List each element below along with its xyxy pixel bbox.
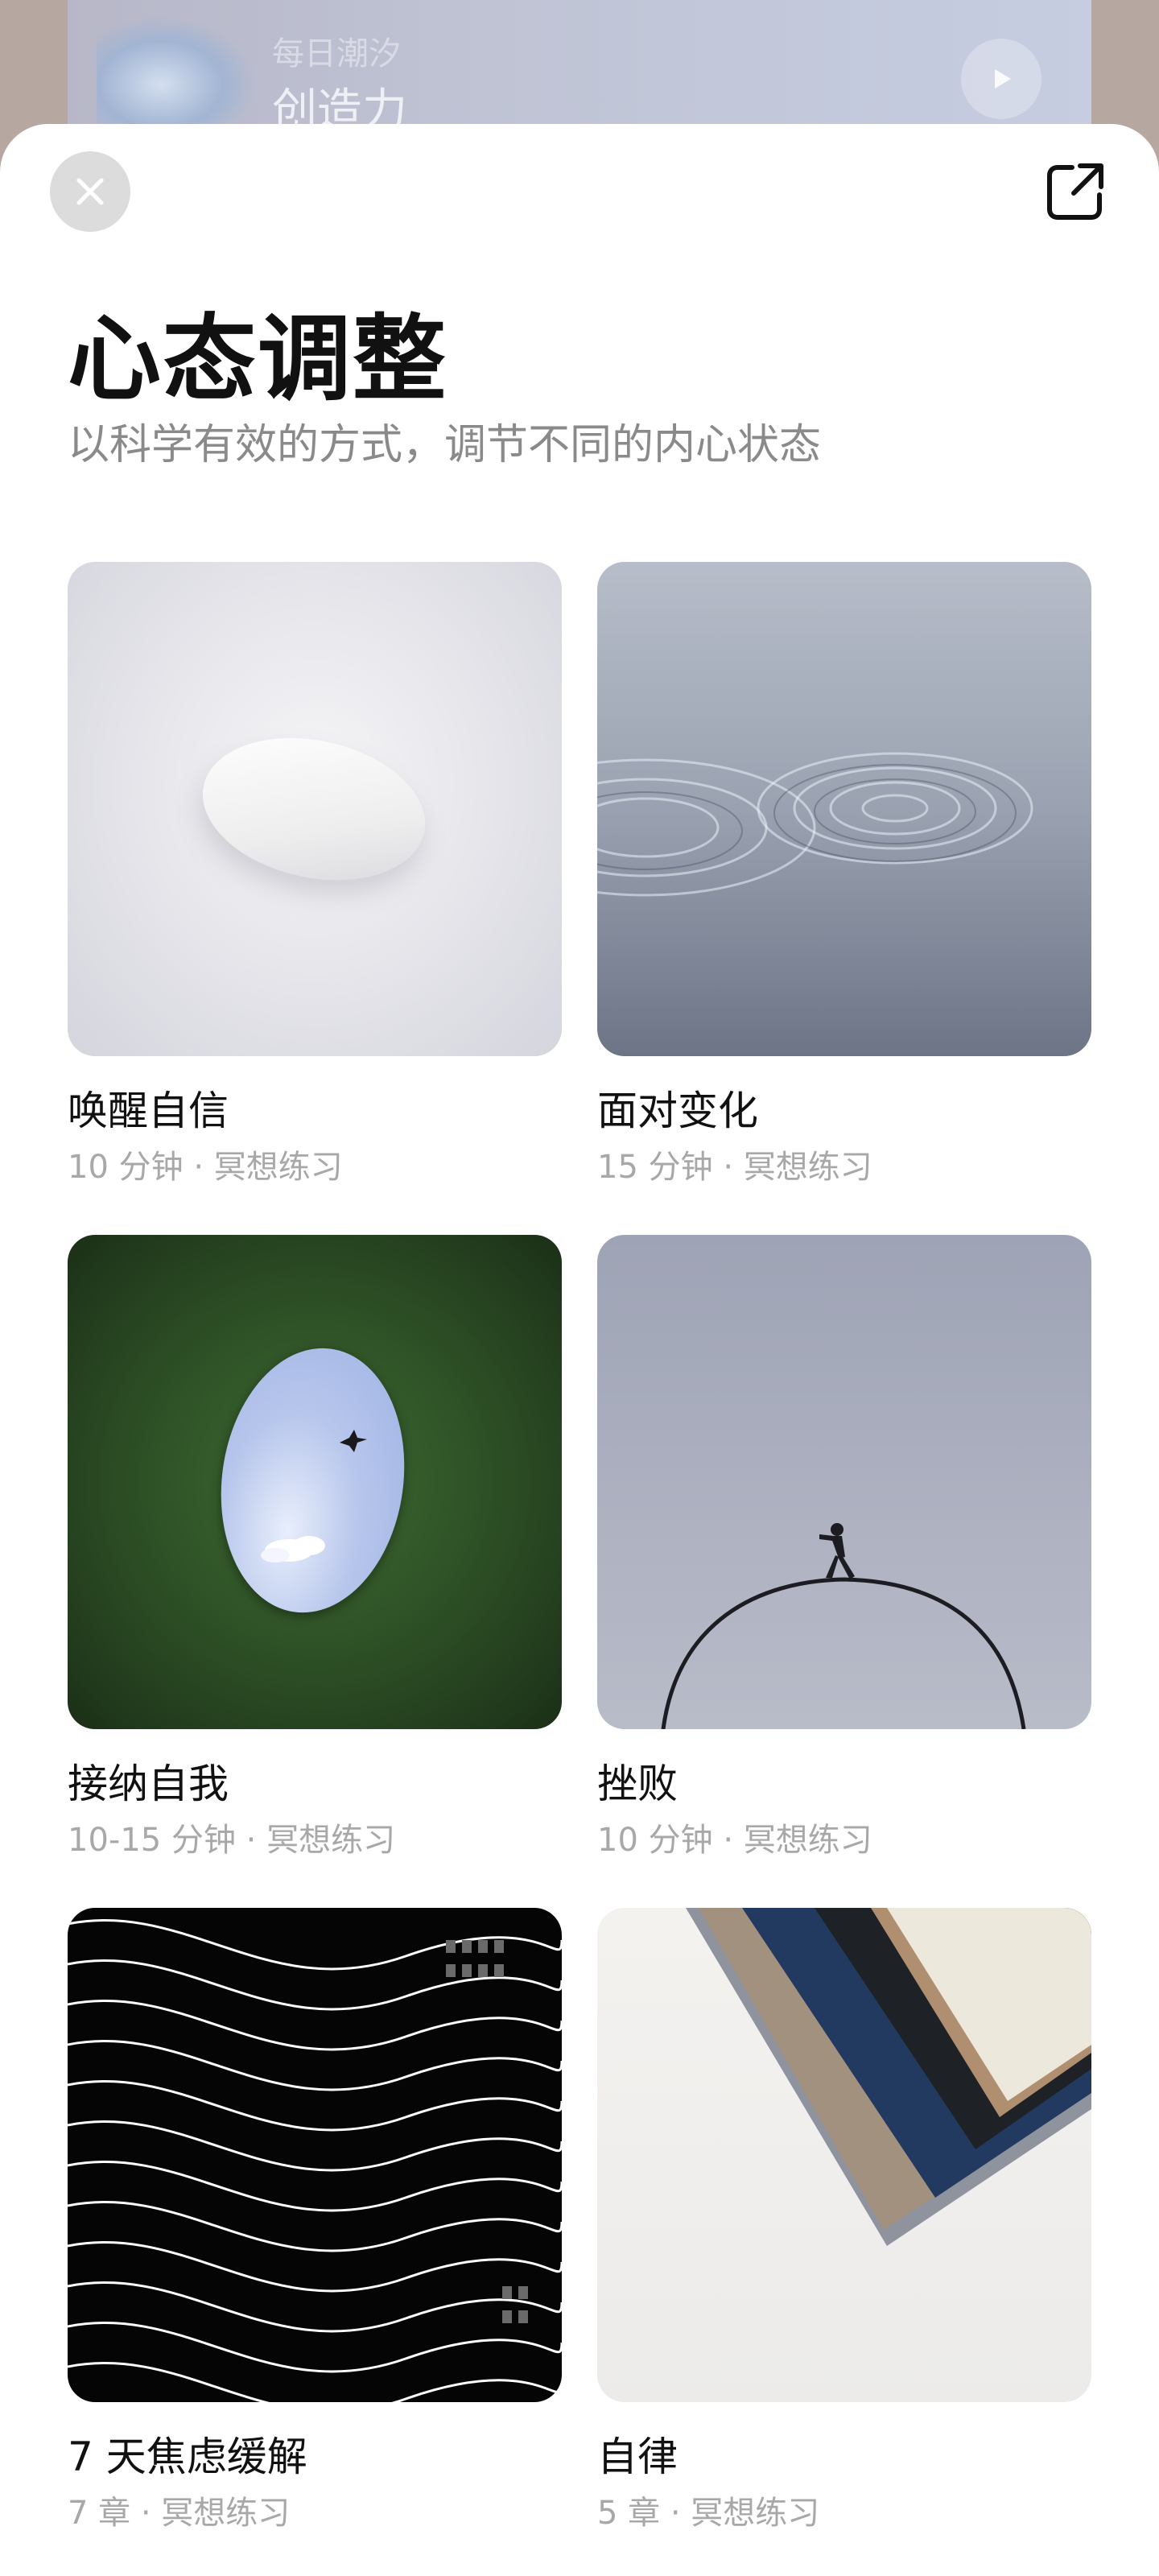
meditation-card-awaken-confidence[interactable]: 唤醒自信 10 分钟 · 冥想练习 bbox=[68, 562, 562, 1187]
ripples-illustration bbox=[597, 752, 1033, 897]
card-image-stacked-sheets bbox=[597, 1908, 1091, 2402]
meditation-card-7day-anxiety-relief[interactable]: 7 天焦虑缓解 7 章 · 冥想练习 bbox=[68, 1908, 562, 2533]
card-meta: 10 分钟 · 冥想练习 bbox=[597, 1822, 872, 1859]
card-image-mirror-disc bbox=[68, 562, 562, 1056]
card-meta: 5 章 · 冥想练习 bbox=[597, 2495, 820, 2532]
card-title: 7 天焦虑缓解 bbox=[68, 2434, 307, 2480]
share-button[interactable] bbox=[1041, 158, 1109, 225]
page-subtitle: 以科学有效的方式，调节不同的内心状态 bbox=[68, 421, 822, 469]
meditation-grid: 唤醒自信 10 分钟 · 冥想练习 面对变化 15 分钟 · 冥想练习 接纳自我… bbox=[68, 562, 1091, 2533]
card-meta: 15 分钟 · 冥想练习 bbox=[597, 1149, 872, 1186]
card-image-water-ripples bbox=[597, 562, 1091, 1056]
page-title: 心态调整 bbox=[68, 305, 448, 414]
card-title: 自律 bbox=[597, 2434, 678, 2480]
card-meta: 10-15 分钟 · 冥想练习 bbox=[68, 1822, 396, 1859]
close-icon bbox=[76, 178, 104, 205]
bird-cloud-illustration bbox=[261, 1430, 367, 1563]
card-image-arc-walker bbox=[597, 1235, 1091, 1729]
background-play-button[interactable] bbox=[961, 39, 1041, 119]
card-title: 挫败 bbox=[597, 1761, 678, 1807]
stacked-sheets-illustration bbox=[686, 1908, 1091, 2246]
card-title: 面对变化 bbox=[597, 1088, 758, 1134]
bottom-sheet: 心态调整 以科学有效的方式，调节不同的内心状态 唤醒自信 10 分钟 · 冥想练… bbox=[0, 124, 1159, 2576]
card-image-wavy-lines bbox=[68, 1908, 562, 2402]
meditation-card-self-discipline[interactable]: 自律 5 章 · 冥想练习 bbox=[597, 1908, 1091, 2533]
card-meta: 10 分钟 · 冥想练习 bbox=[68, 1149, 343, 1186]
meditation-card-accept-self[interactable]: 接纳自我 10-15 分钟 · 冥想练习 bbox=[68, 1235, 562, 1860]
meditation-card-face-change[interactable]: 面对变化 15 分钟 · 冥想练习 bbox=[597, 562, 1091, 1187]
arc-walker-illustration bbox=[661, 1523, 1026, 1729]
card-image-mirror-grass bbox=[68, 1235, 562, 1729]
play-icon bbox=[995, 69, 1011, 89]
background-card-subtitle: 每日潮汐 bbox=[272, 35, 401, 72]
card-title: 唤醒自信 bbox=[68, 1088, 229, 1134]
wavy-lines-illustration bbox=[68, 1919, 562, 2402]
mirror-disc bbox=[189, 718, 439, 900]
card-meta: 7 章 · 冥想练习 bbox=[68, 2495, 291, 2532]
meditation-card-frustration[interactable]: 挫败 10 分钟 · 冥想练习 bbox=[597, 1235, 1091, 1860]
close-button[interactable] bbox=[50, 151, 130, 232]
card-title: 接纳自我 bbox=[68, 1761, 229, 1807]
share-icon bbox=[1047, 163, 1103, 220]
